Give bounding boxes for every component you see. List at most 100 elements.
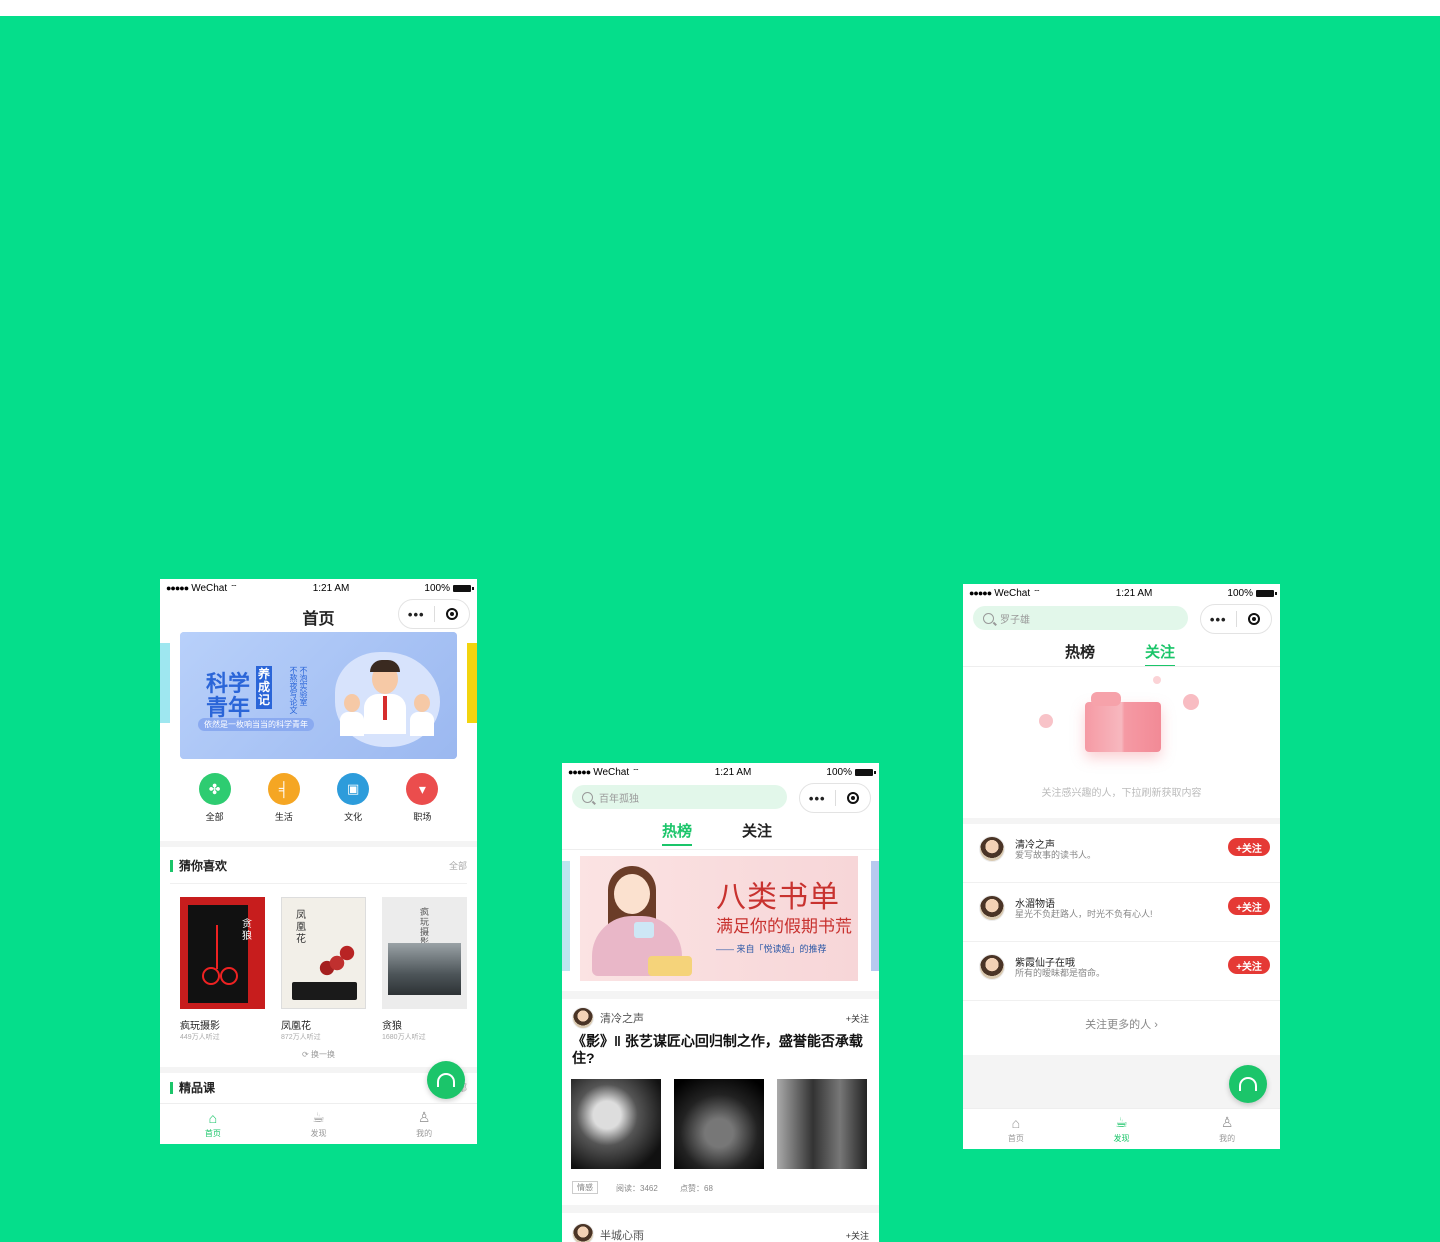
tab-home[interactable]: ⌂ 首页: [963, 1109, 1069, 1149]
close-program-button[interactable]: [836, 792, 871, 804]
follow-button[interactable]: +关注: [1228, 838, 1270, 856]
book-listens: 872万人听过: [281, 1034, 321, 1041]
battery-icon: [1255, 589, 1277, 597]
refresh-icon: ⟳: [302, 1050, 309, 1059]
tabs-divider: [562, 849, 879, 850]
home-icon: ⌂: [208, 1109, 218, 1126]
post-image: [777, 1079, 867, 1169]
tab-bar: ⌂ 首页 ☕ 发现 ♙ 我的: [160, 1103, 477, 1144]
author-name: 半城心雨: [600, 1230, 644, 1242]
book-listens: 1680万人听过: [382, 1034, 426, 1041]
battery-icon: [452, 584, 474, 592]
category-label: 职场: [413, 812, 432, 822]
search-box[interactable]: 罗子雄: [973, 606, 1188, 630]
book-card[interactable]: 疯玩摄影 贪狼 1680万人听过: [382, 897, 467, 1042]
clock: 1:21 AM: [312, 582, 350, 594]
tie-icon: ▾: [406, 773, 439, 805]
signal-icon: ●●●●●: [969, 588, 992, 598]
tab-follow[interactable]: 关注: [1145, 641, 1176, 667]
divider-line: [170, 883, 467, 884]
tab-hot[interactable]: 热榜: [1065, 641, 1095, 662]
wifi-icon: ⌔: [1033, 588, 1041, 597]
tab-profile[interactable]: ♙ 我的: [371, 1104, 477, 1144]
carrier: WeChat: [994, 587, 1031, 599]
category-life[interactable]: ╡ 生活: [254, 773, 314, 823]
follow-button[interactable]: +关注: [1228, 897, 1270, 915]
audio-player-button[interactable]: [427, 1061, 465, 1099]
search-box[interactable]: 百年孤独: [572, 785, 787, 809]
target-icon: [1247, 613, 1260, 625]
headphones-icon: [1239, 1077, 1257, 1091]
close-program-button[interactable]: [1237, 613, 1272, 625]
follow-button[interactable]: +关注: [846, 1229, 869, 1242]
girl-reading-illustration: [588, 860, 698, 980]
category-culture[interactable]: ▣ 文化: [323, 773, 383, 823]
category-label: 全部: [205, 812, 224, 822]
follow-button[interactable]: +关注: [846, 1012, 869, 1025]
book-listens: 449万人听过: [180, 1034, 220, 1041]
target-icon: [846, 792, 859, 804]
more-menu-button[interactable]: •••: [399, 607, 434, 622]
tab-follow[interactable]: 关注: [742, 820, 772, 841]
book-title: 贪狼: [382, 1021, 402, 1032]
person-desc: 星光不负赶路人，时光不负有心人!: [1015, 909, 1153, 919]
banner-headline: 八类书单: [716, 881, 840, 914]
close-program-button[interactable]: [435, 608, 470, 620]
audio-player-button[interactable]: [1229, 1065, 1267, 1103]
follow-button[interactable]: +关注: [1228, 956, 1270, 974]
home-banner[interactable]: 科学 青年 养成记 不泡实验室 不熬夜写论文 依然是一枚响当当的科学青年: [180, 632, 457, 759]
empty-state-hint: 关注感兴趣的人，下拉刷新获取内容: [1041, 788, 1202, 799]
section-title: 精品课: [179, 1081, 216, 1095]
more-menu-button[interactable]: •••: [800, 791, 835, 806]
carrier: WeChat: [593, 766, 630, 778]
person-name: 紫霞仙子在哦: [1015, 958, 1075, 969]
post-likes: 点赞：68: [680, 1184, 713, 1193]
book-card[interactable]: 贪狼 疯玩摄影 449万人听过: [180, 897, 265, 1042]
phone-discover-follow: ●●●●● WeChat ⌔ 1:21 AM 100% 罗子雄 ••• 热榜 关注 …: [963, 584, 1280, 1149]
tab-discover[interactable]: ☕ 发现: [266, 1104, 372, 1144]
banner-prev-peek: [562, 861, 570, 971]
tab-home[interactable]: ⌂ 首页: [160, 1104, 266, 1144]
post-title: 《影》‖ 张艺谋匠心回归制之作，盛誉能否承载住?: [572, 1033, 863, 1066]
signal-icon: ●●●●●: [166, 583, 189, 593]
person-row[interactable]: 清冷之声 爱写故事的读书人。 +关注: [963, 824, 1280, 883]
carrier: WeChat: [191, 582, 228, 594]
signal-icon: ●●●●●: [568, 767, 591, 777]
post-card[interactable]: 半城心雨 +关注: [562, 1213, 879, 1242]
person-row[interactable]: 紫霞仙子在哦 所有的暧昧都是宿命。 +关注: [963, 942, 1280, 1001]
section-header-courses: 精品课 部: [170, 1079, 467, 1096]
category-all[interactable]: ✤ 全部: [185, 773, 245, 823]
post-reads: 阅读：3462: [616, 1184, 658, 1193]
refresh-button[interactable]: ⟳ 换一换: [160, 1049, 477, 1060]
search-icon: [983, 612, 994, 624]
target-icon: [445, 608, 458, 620]
person-row[interactable]: 水湄物语 星光不负赶路人，时光不负有心人! +关注: [963, 883, 1280, 942]
top-corner-notch: [1406, 0, 1440, 16]
post-card[interactable]: 清冷之声 +关注 《影》‖ 张艺谋匠心回归制之作，盛誉能否承载住? 情感 阅读：…: [562, 999, 879, 1204]
tab-discover[interactable]: ☕ 发现: [1069, 1109, 1175, 1149]
battery-text: 100%: [1227, 587, 1253, 599]
tab-profile[interactable]: ♙ 我的: [1174, 1109, 1280, 1149]
more-menu-button[interactable]: •••: [1201, 612, 1236, 627]
banner-subtitle: 依然是一枚响当当的科学青年: [198, 718, 314, 731]
divider: [562, 991, 879, 999]
person-desc: 所有的暧昧都是宿命。: [1015, 968, 1106, 978]
section-more-link[interactable]: 全部: [449, 859, 467, 872]
category-career[interactable]: ▾ 职场: [392, 773, 452, 823]
banner-next-peek: [467, 643, 477, 723]
follow-more-link[interactable]: 关注更多的人 ›: [963, 1016, 1280, 1032]
post-tag[interactable]: 情感: [572, 1181, 598, 1194]
post-image: [674, 1079, 764, 1169]
status-bar: ●●●●● WeChat ⌔ 1:21 AM 100%: [562, 763, 879, 781]
book-card[interactable]: 凤凰花 凤凰花 872万人听过: [281, 897, 366, 1042]
divider: [562, 1205, 879, 1213]
category-row: ✤ 全部 ╡ 生活 ▣ 文化 ▾ 职场: [160, 773, 477, 823]
top-tabs: 热榜 关注: [662, 820, 772, 846]
tab-hot[interactable]: 热榜: [662, 820, 693, 846]
booklist-banner[interactable]: 八类书单 满足你的假期书荒 —— 来自「悦读姬」的推荐: [580, 856, 858, 981]
person-name: 清冷之声: [1015, 840, 1055, 851]
section-header-guess: 猜你喜欢 全部: [170, 857, 467, 874]
tab-bar: ⌂ 首页 ☕ 发现 ♙ 我的: [963, 1108, 1280, 1149]
banner-tag: 养成记: [256, 666, 272, 709]
divider: [160, 841, 477, 847]
